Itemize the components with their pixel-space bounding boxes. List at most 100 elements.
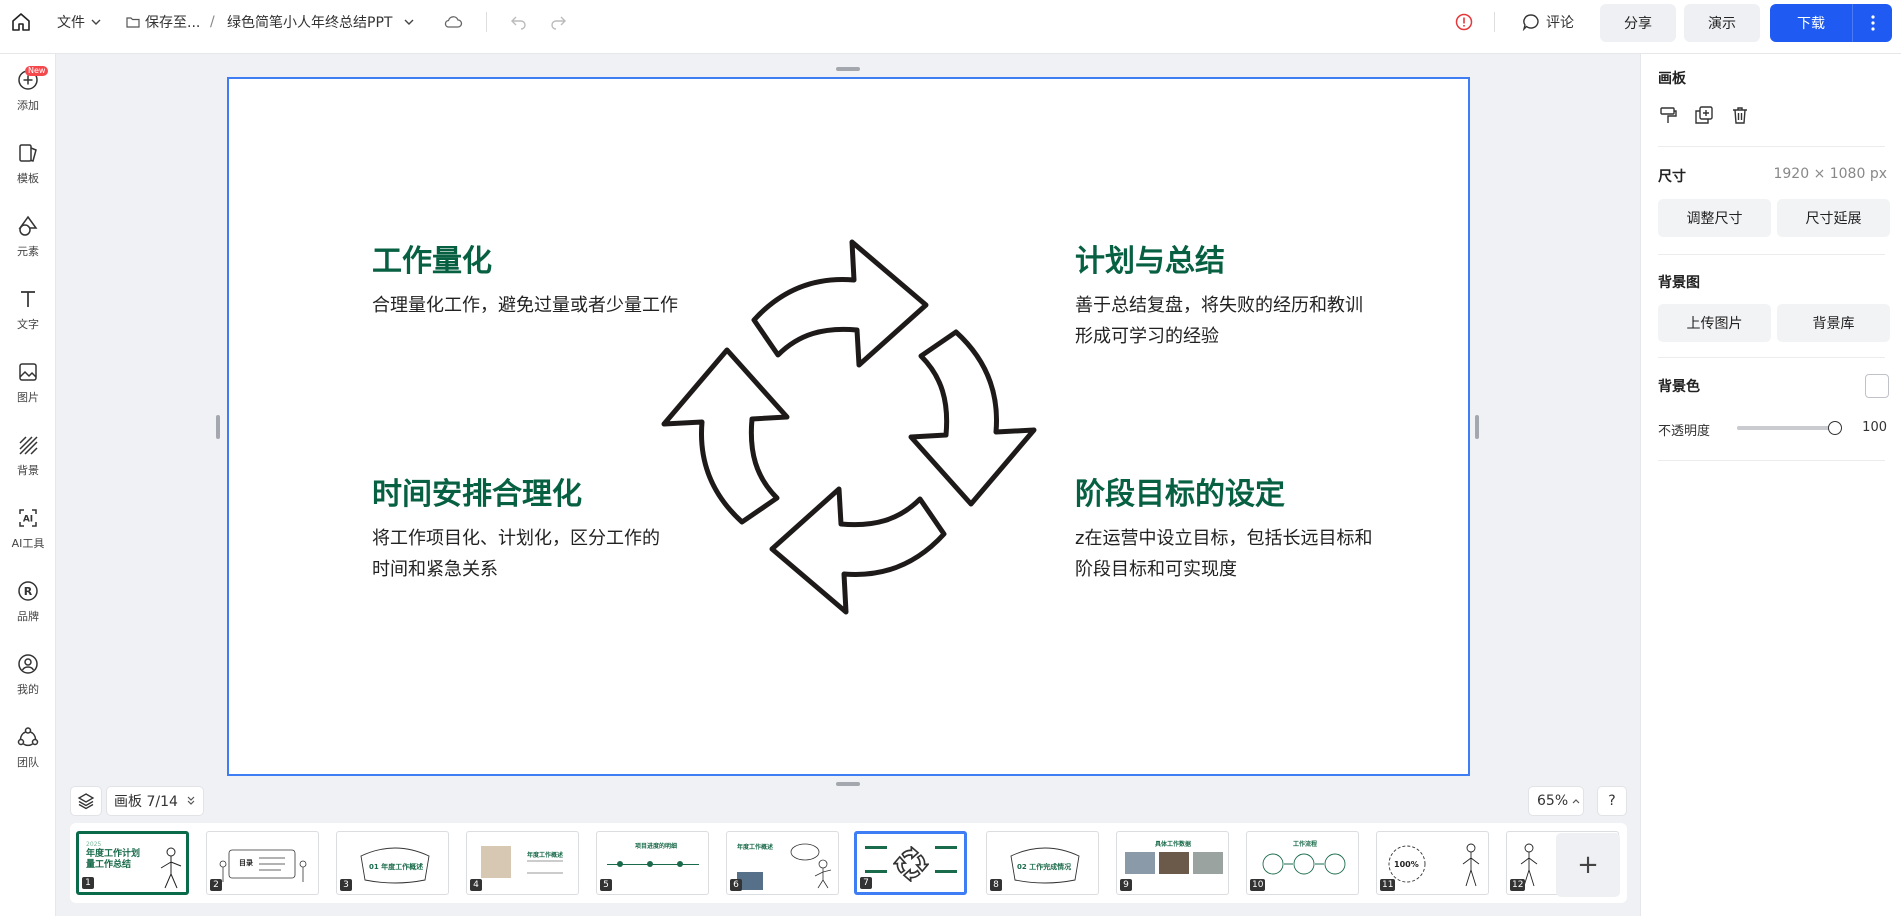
sidebar-item-label: 团队 xyxy=(17,756,39,769)
sidebar-item-elements[interactable]: 元素 xyxy=(0,214,56,274)
redo-icon xyxy=(551,16,566,30)
document-title[interactable]: 绿色简笔小人年终总结PPT xyxy=(227,0,416,44)
properties-panel: 画板 尺寸 1920 × 1080 px 调整尺寸 尺寸延展 背景图 上传图片 … xyxy=(1640,54,1901,916)
duplicate-button[interactable] xyxy=(1694,105,1714,129)
opacity-slider-track[interactable] xyxy=(1737,421,1842,435)
left-resize-handle[interactable] xyxy=(216,415,220,439)
present-button[interactable]: 演示 xyxy=(1684,4,1760,42)
delete-button[interactable] xyxy=(1730,105,1750,129)
slide-thumbnail-2[interactable]: 目录 2 xyxy=(206,831,319,895)
thumbnail-number: 1 xyxy=(82,877,94,889)
download-label: 下载 xyxy=(1797,16,1825,32)
redo-button[interactable] xyxy=(549,0,567,44)
download-more-button[interactable] xyxy=(1853,15,1892,31)
add-slide-label: + xyxy=(1577,850,1599,880)
sidebar-item-images[interactable]: 图片 xyxy=(0,360,56,420)
section-title-stage-goals[interactable]: 阶段目标的设定 xyxy=(1075,469,1285,513)
share-label: 分享 xyxy=(1624,16,1652,32)
size-extend-button[interactable]: 尺寸延展 xyxy=(1777,199,1890,237)
thumbnail-number: 7 xyxy=(860,877,872,889)
top-toolbar: 文件 保存至... / 绿色简笔小人年终总结PPT 评论 分享 演示 下载 xyxy=(0,0,1901,54)
svg-text:AI: AI xyxy=(23,515,33,525)
upload-image-button[interactable]: 上传图片 xyxy=(1658,304,1771,342)
stick-figure-illustration xyxy=(160,847,182,889)
svg-text:R: R xyxy=(24,585,33,598)
sidebar-item-templates[interactable]: 模板 xyxy=(0,141,56,201)
sidebar-item-text[interactable]: 文字 xyxy=(0,287,56,347)
thumbnail-number: 3 xyxy=(340,879,352,891)
panel-title: 画板 xyxy=(1658,71,1686,87)
cloud-icon xyxy=(444,16,463,28)
resize-button[interactable]: 调整尺寸 xyxy=(1658,199,1771,237)
thumbnail-number: 11 xyxy=(1380,879,1396,891)
panel-divider xyxy=(1658,146,1885,147)
slide-thumbnail-4[interactable]: 年度工作概述 4 xyxy=(466,831,579,895)
thumbnail-cycle-arrows xyxy=(893,846,929,882)
thumbnail-number: 9 xyxy=(1120,879,1132,891)
download-button[interactable]: 下载 xyxy=(1770,4,1892,42)
zoom-control[interactable]: 65% xyxy=(1528,786,1584,816)
left-sidebar: New 添加 模板 元素 文字 图片 背景 AI AI工具 R 品牌 我的 团队 xyxy=(0,54,56,916)
sidebar-item-ai-tools[interactable]: AI AI工具 xyxy=(0,506,56,566)
save-location-label: 保存至... xyxy=(145,15,201,31)
slide-canvas[interactable]: 工作量化 合理量化工作，避免过量或者少量工作 计划与总结 善于总结复盘，将失败的… xyxy=(227,77,1470,776)
slide-thumbnail-5[interactable]: 项目进度的明细 5 xyxy=(596,831,709,895)
thumbnail-illustration xyxy=(219,849,307,882)
slide-thumbnail-9[interactable]: 具体工作数据 9 xyxy=(1116,831,1229,895)
home-button[interactable] xyxy=(10,0,32,44)
file-menu[interactable]: 文件 xyxy=(57,0,103,44)
right-resize-handle[interactable] xyxy=(1475,415,1479,439)
chevron-double-down-icon xyxy=(187,796,195,805)
slide-thumbnail-6[interactable]: 年度工作概述 6 xyxy=(726,831,839,895)
sidebar-item-mine[interactable]: 我的 xyxy=(0,652,56,712)
sidebar-item-label: AI工具 xyxy=(11,537,45,550)
background-color-swatch[interactable] xyxy=(1865,374,1889,398)
comment-button[interactable]: 评论 xyxy=(1522,0,1574,44)
sidebar-item-brand[interactable]: R 品牌 xyxy=(0,579,56,639)
size-value: 1920 × 1080 px xyxy=(1773,166,1887,182)
sidebar-item-add[interactable]: New 添加 xyxy=(0,66,56,128)
bottom-resize-handle[interactable] xyxy=(836,782,860,786)
section-desc-stage-goals[interactable]: z在运营中设立目标，包括长远目标和阶段目标和可实现度 xyxy=(1075,523,1375,585)
sidebar-item-team[interactable]: 团队 xyxy=(0,725,56,785)
sidebar-item-label: 图片 xyxy=(17,391,39,404)
section-title-plan-summary[interactable]: 计划与总结 xyxy=(1075,236,1225,280)
undo-button[interactable] xyxy=(510,0,528,44)
slide-thumbnail-11[interactable]: 100% 11 xyxy=(1376,831,1489,895)
panel-divider xyxy=(1658,254,1885,255)
comment-icon xyxy=(1522,14,1539,31)
top-resize-handle[interactable] xyxy=(836,67,860,71)
slide-thumbnail-10[interactable]: 工作流程 10 xyxy=(1246,831,1359,895)
slide-thumbnail-3[interactable]: 01 年度工作概述 3 xyxy=(336,831,449,895)
board-indicator-button[interactable]: 画板 7/14 xyxy=(106,786,204,816)
help-button[interactable]: ? xyxy=(1597,786,1627,816)
alert-button[interactable] xyxy=(1455,0,1473,44)
thumbnail-number: 6 xyxy=(730,879,742,891)
format-painter-button[interactable] xyxy=(1658,105,1678,129)
text-icon xyxy=(21,291,35,307)
section-desc-work-quantify[interactable]: 合理量化工作，避免过量或者少量工作 xyxy=(372,290,702,321)
section-desc-time-arrangement[interactable]: 将工作项目化、计划化，区分工作的时间和紧急关系 xyxy=(372,523,672,585)
layers-button[interactable] xyxy=(70,786,102,816)
opacity-value: 100 xyxy=(1862,420,1887,435)
slide-thumbnail-8[interactable]: 02 工作完成情况 8 xyxy=(986,831,1099,895)
home-icon xyxy=(12,13,30,31)
slide-thumbnail-7[interactable]: 7 xyxy=(854,831,967,895)
section-desc-plan-summary[interactable]: 善于总结复盘，将失败的经历和教训形成可学习的经验 xyxy=(1075,290,1375,352)
section-title-time-arrangement[interactable]: 时间安排合理化 xyxy=(372,469,582,513)
template-icon xyxy=(19,144,37,162)
sidebar-item-label: 模板 xyxy=(17,172,39,185)
save-location-button[interactable]: 保存至... xyxy=(125,0,200,44)
image-icon xyxy=(19,363,37,381)
sidebar-item-label: 添加 xyxy=(17,99,39,112)
opacity-slider-handle[interactable] xyxy=(1828,421,1842,435)
section-title-work-quantify[interactable]: 工作量化 xyxy=(372,236,492,280)
add-slide-button[interactable]: + xyxy=(1556,833,1620,897)
sidebar-item-background[interactable]: 背景 xyxy=(0,433,56,493)
cycle-arrows-graphic[interactable] xyxy=(654,232,1044,622)
slide-thumbnail-1[interactable]: 2025 年度工作计划 量工作总结 1 xyxy=(76,831,189,895)
cloud-sync-button[interactable] xyxy=(443,0,463,44)
thumbnail-number: 4 xyxy=(470,879,482,891)
background-library-button[interactable]: 背景库 xyxy=(1777,304,1890,342)
share-button[interactable]: 分享 xyxy=(1600,4,1676,42)
